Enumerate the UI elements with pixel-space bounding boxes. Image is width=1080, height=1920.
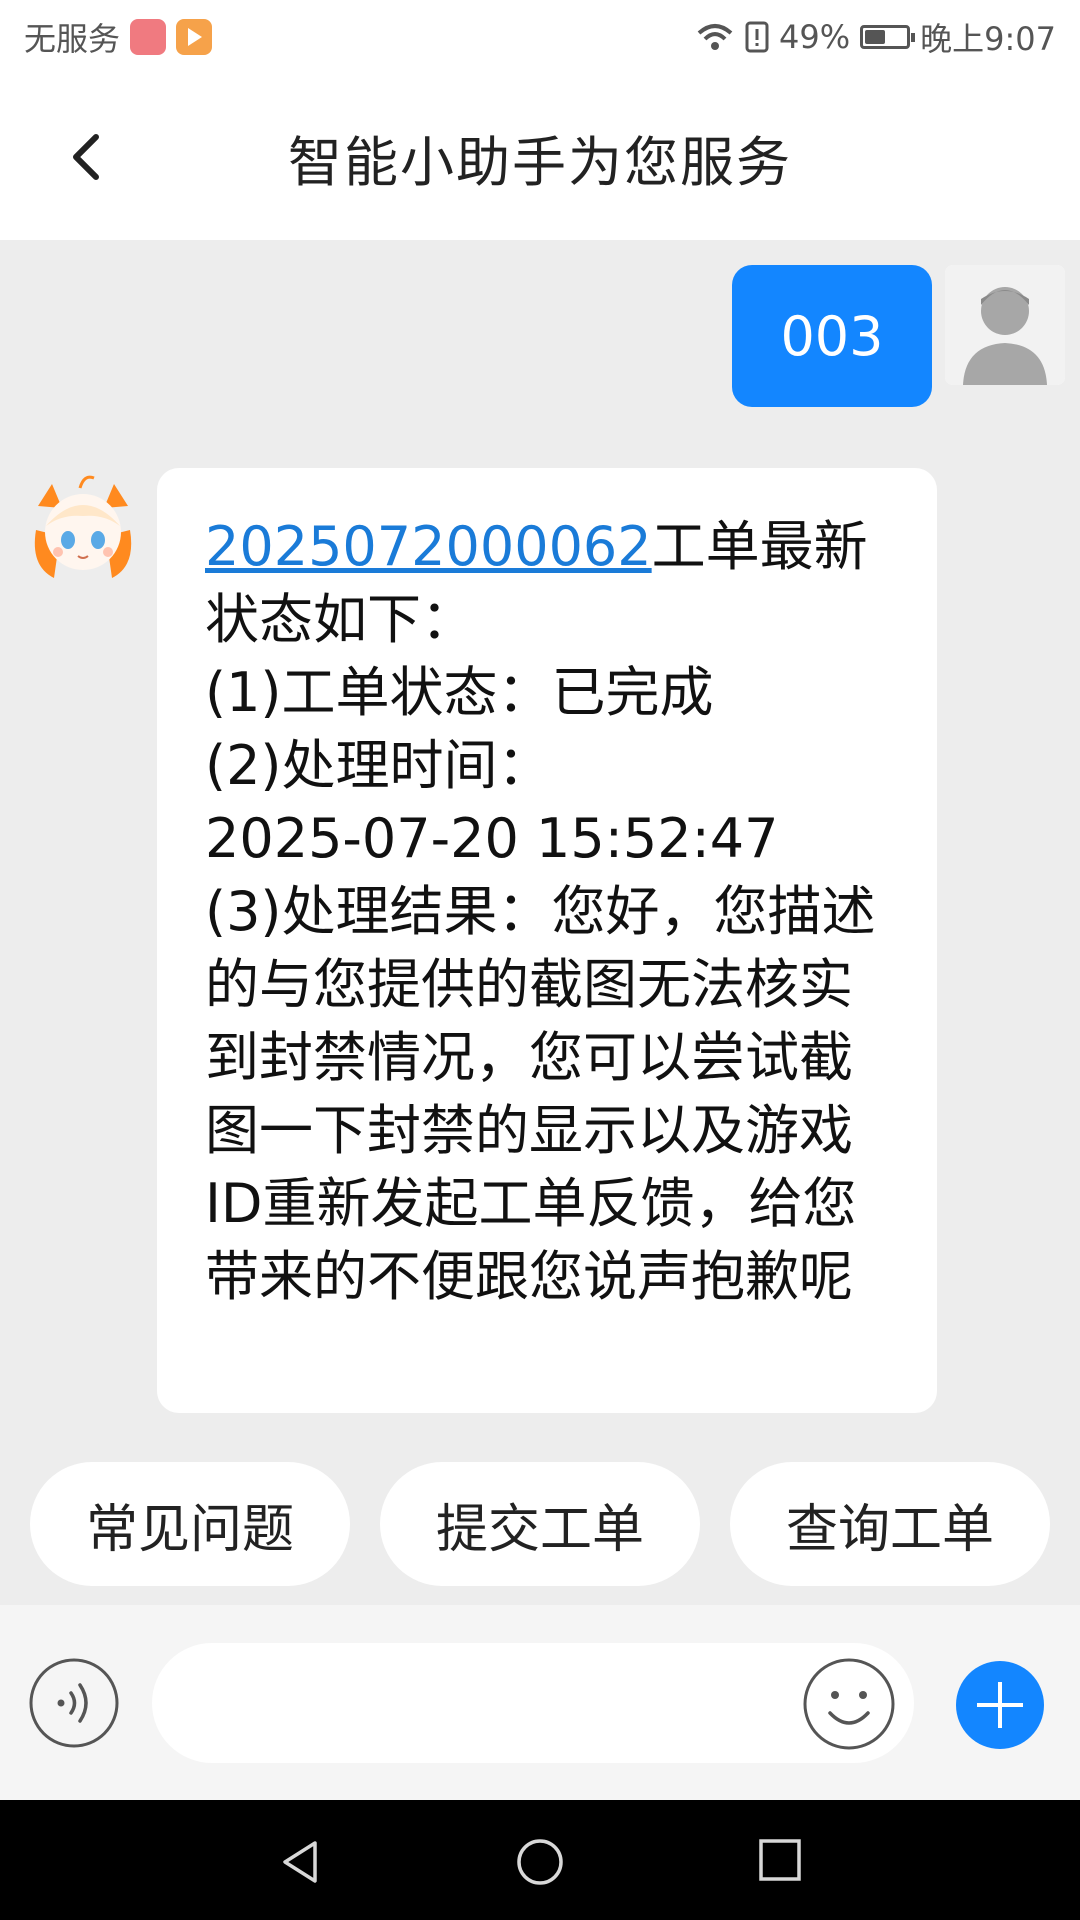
nav-recent-apps-icon[interactable] <box>757 1837 803 1883</box>
bot-avatar[interactable] <box>24 470 142 588</box>
user-avatar[interactable] <box>945 265 1065 385</box>
bot-message-bubble: 2025072000062工单最新状态如下： (1)工单状态：已完成 (2)处理… <box>157 468 937 1413</box>
battery-percent: 49% <box>779 18 851 56</box>
carrier-label: 无服务 <box>24 20 121 58</box>
page-title: 智能小助手为您服务 <box>288 130 792 194</box>
ticket-status-line: (1)工单状态：已完成 <box>205 661 714 724</box>
clock: 晚上9:07 <box>920 20 1056 58</box>
nav-back-icon[interactable] <box>275 1837 325 1887</box>
process-time-value: 2025-07-20 15:52:47 <box>205 807 779 870</box>
battery-icon <box>860 25 916 49</box>
status-left: 无服务 <box>24 14 213 60</box>
quick-reply-row: 常见问题 提交工单 查询工单 <box>30 1462 1050 1586</box>
nav-home-icon[interactable] <box>515 1837 565 1887</box>
huawei-app-icon <box>130 19 167 55</box>
message-input[interactable] <box>152 1643 914 1763</box>
emoji-icon[interactable] <box>802 1657 896 1751</box>
quick-reply-submit-ticket[interactable]: 提交工单 <box>380 1462 700 1586</box>
user-message-text: 003 <box>780 304 884 368</box>
video-app-icon <box>176 19 213 55</box>
process-result-text: (3)处理结果：您好，您描述的与您提供的截图无法核实到封禁情况，您可以尝试截图一… <box>205 880 876 1308</box>
user-message-bubble: 003 <box>732 265 932 407</box>
back-icon[interactable] <box>62 131 114 183</box>
status-right: 49% 晚上9:07 <box>695 14 1056 60</box>
quick-reply-faq[interactable]: 常见问题 <box>30 1462 350 1586</box>
process-time-label: (2)处理时间： <box>205 734 552 797</box>
user-avatar-icon <box>945 265 1065 385</box>
plus-icon[interactable] <box>955 1660 1045 1750</box>
system-nav-bar <box>0 1800 1080 1920</box>
status-bar: 无服务 49% 晚上9:07 <box>0 0 1080 74</box>
quick-reply-query-ticket[interactable]: 查询工单 <box>730 1462 1050 1586</box>
bot-avatar-icon <box>34 475 132 578</box>
voice-icon[interactable] <box>28 1657 120 1749</box>
sim-alert-icon <box>745 21 769 53</box>
bot-message-intro: 2025072000062工单最新状态如下： <box>205 510 897 656</box>
input-bar <box>0 1605 1080 1800</box>
ticket-id-link[interactable]: 2025072000062 <box>205 515 652 578</box>
wifi-icon <box>697 24 733 50</box>
chat-header: 智能小助手为您服务 <box>0 74 1080 240</box>
